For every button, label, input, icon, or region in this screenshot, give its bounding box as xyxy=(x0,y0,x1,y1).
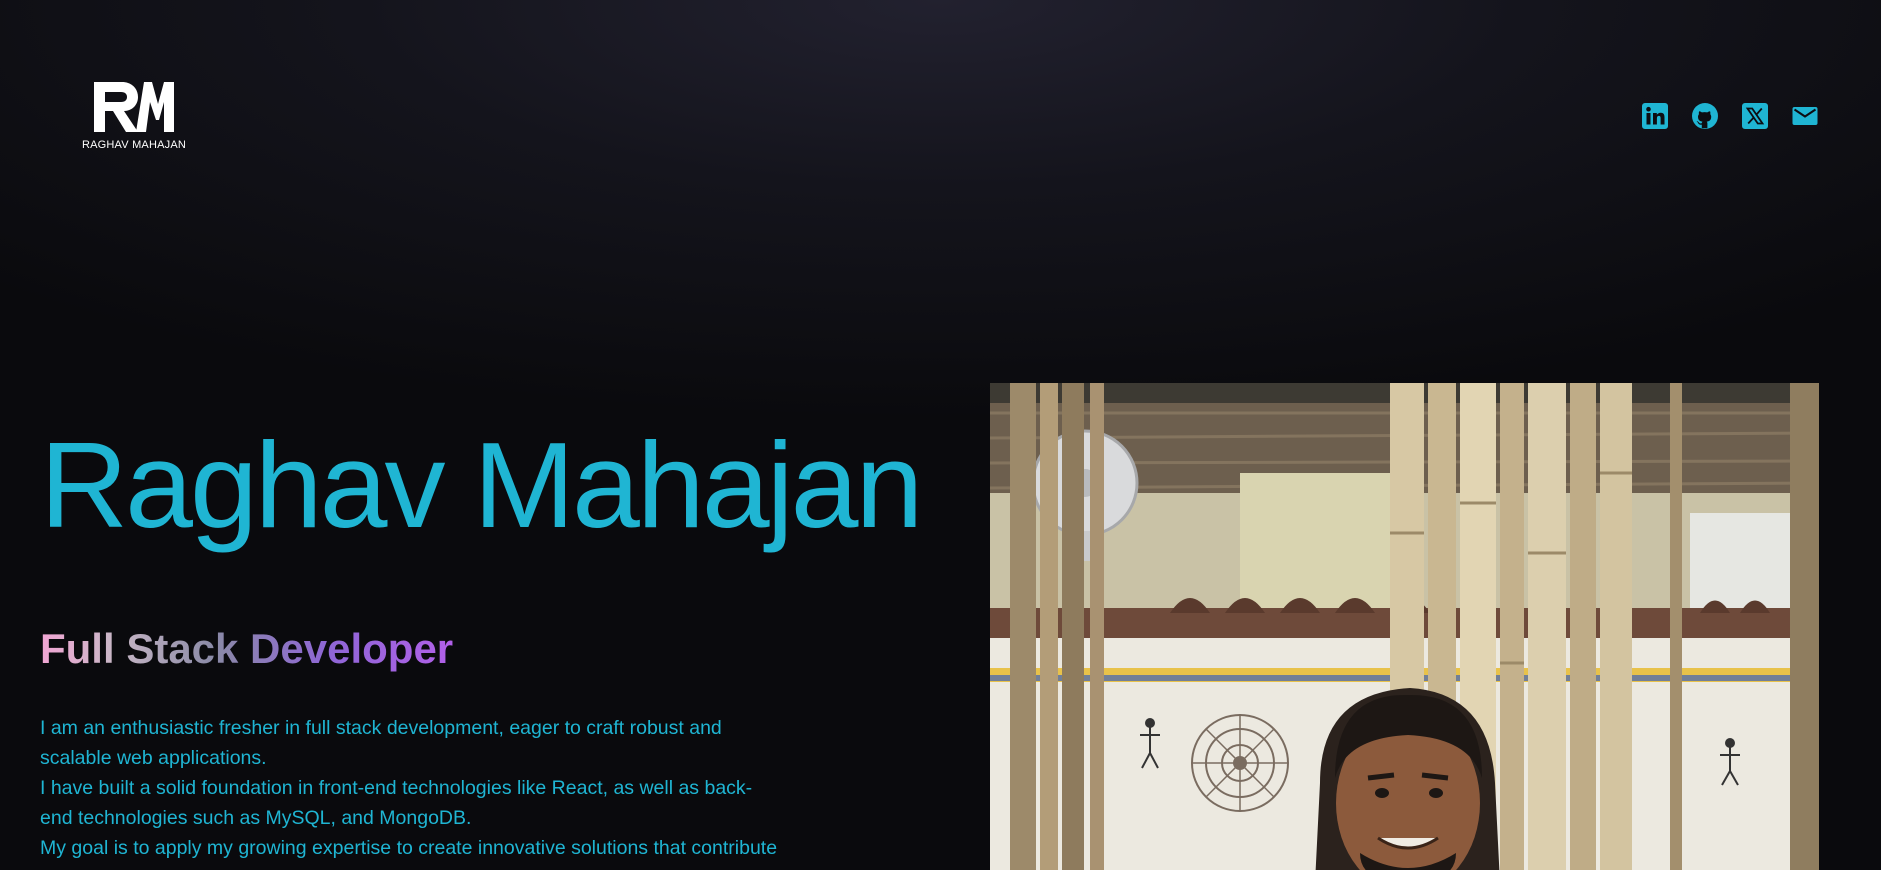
github-icon xyxy=(1692,103,1718,129)
x-link[interactable] xyxy=(1741,102,1769,130)
github-link[interactable] xyxy=(1691,102,1719,130)
linkedin-link[interactable] xyxy=(1641,102,1669,130)
mail-icon xyxy=(1792,107,1818,125)
profile-photo-illustration xyxy=(990,383,1819,870)
bio-paragraph: I have built a solid foundation in front… xyxy=(40,777,753,829)
email-link[interactable] xyxy=(1791,102,1819,130)
social-links xyxy=(1641,102,1819,130)
bio-paragraph: My goal is to apply my growing expertise… xyxy=(40,837,778,859)
profile-photo xyxy=(990,383,1819,870)
bio-paragraph: I am an enthusiastic fresher in full sta… xyxy=(40,717,722,769)
site-logo[interactable]: RAGHAV MAHAJAN xyxy=(78,80,190,151)
hero-bio: I am an enthusiastic fresher in full sta… xyxy=(40,713,780,863)
rm-monogram-icon xyxy=(94,82,174,132)
hero-role: Full Stack Developer xyxy=(40,625,454,672)
logo-text: RAGHAV MAHAJAN xyxy=(81,139,187,151)
linkedin-icon xyxy=(1642,103,1668,129)
portfolio-page: RAGHAV MAHAJAN Raghav Mahajan Full Stack… xyxy=(0,0,1881,870)
x-twitter-icon xyxy=(1742,103,1768,129)
hero-name: Raghav Mahajan xyxy=(40,417,923,553)
